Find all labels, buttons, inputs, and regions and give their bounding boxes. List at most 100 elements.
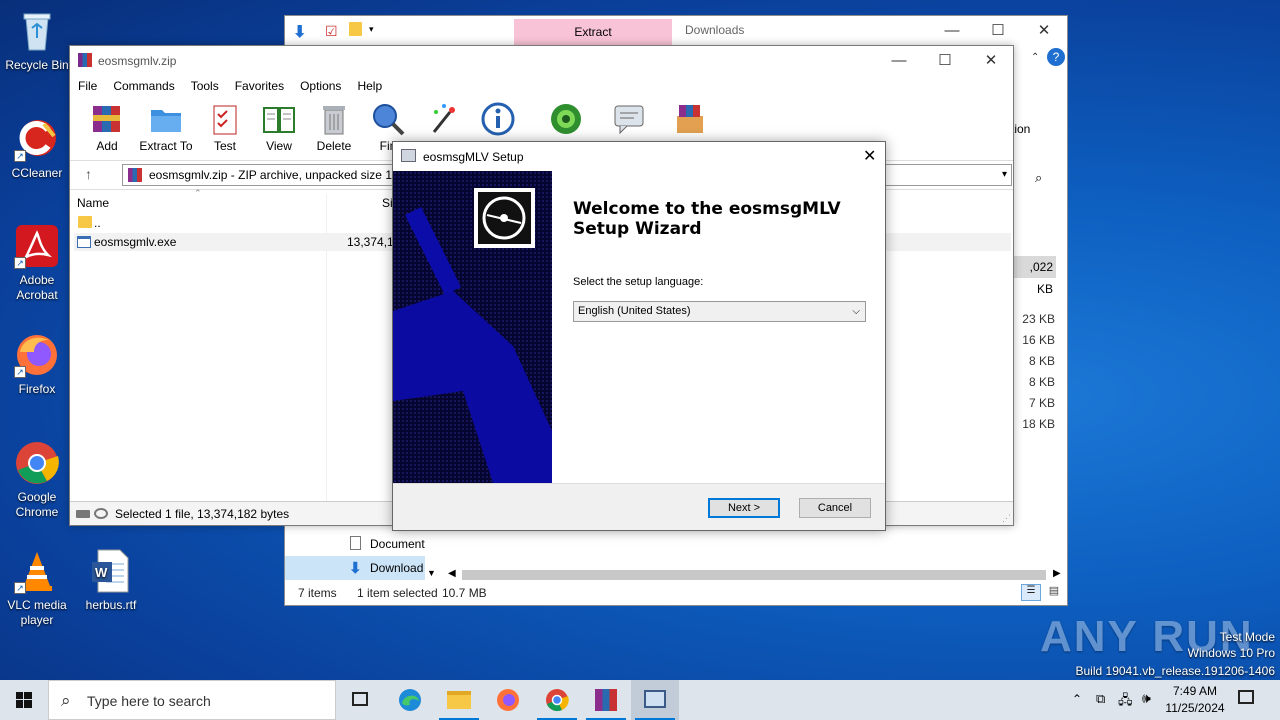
menu-options[interactable]: Options bbox=[300, 79, 341, 93]
notifications-icon[interactable] bbox=[1238, 690, 1254, 704]
nav-scroll-down-icon[interactable]: ▼ bbox=[427, 568, 436, 578]
address-text: eosmsgmlv.zip - ZIP archive, unpacked si… bbox=[149, 168, 399, 182]
file-name: .. bbox=[94, 216, 101, 230]
menu-help[interactable]: Help bbox=[357, 79, 382, 93]
key-icon bbox=[94, 508, 108, 519]
scroll-right-icon[interactable]: ▶ bbox=[1053, 568, 1061, 579]
network-status-icon[interactable]: 🖧 bbox=[1118, 691, 1133, 713]
explorer-status-bar: 7 items 1 item selected 10.7 MB ☰ ▤ bbox=[285, 581, 1067, 605]
explorer-title-bar[interactable]: ⬇ ☑ ▾ Extract Downloads — ☐ ✕ bbox=[285, 16, 1067, 48]
virus-scan-button[interactable] bbox=[538, 102, 594, 139]
taskbar-clock[interactable]: 7:49 AM 11/25/2024 bbox=[1160, 683, 1230, 717]
clipboard-check-icon bbox=[208, 102, 242, 136]
setup-dialog[interactable]: eosmsgMLV Setup ✕ Welcome to the eosmsgM… bbox=[392, 141, 886, 531]
close-button[interactable]: ✕ bbox=[968, 46, 1014, 76]
horizontal-scrollbar[interactable]: ◀ ▶ bbox=[445, 568, 1065, 582]
taskbar: ⌕ Type here to search ⌃ ⧉ 🖧 🕪 7:49 AM 11… bbox=[0, 680, 1280, 720]
comment-button[interactable] bbox=[601, 102, 657, 139]
maximize-button[interactable]: ☐ bbox=[975, 16, 1021, 46]
desktop-icon-vlc[interactable]: ↗ VLC media player bbox=[1, 548, 73, 628]
taskbar-search-box[interactable]: ⌕ Type here to search bbox=[48, 680, 336, 720]
shortcut-arrow-icon: ↗ bbox=[14, 582, 26, 594]
winrar-menu-bar: File Commands Tools Favorites Options He… bbox=[70, 76, 1013, 96]
menu-commands[interactable]: Commands bbox=[113, 79, 174, 93]
ribbon-tab-extract[interactable]: Extract bbox=[514, 19, 672, 46]
menu-file[interactable]: File bbox=[78, 79, 97, 93]
setup-title-bar[interactable]: eosmsgMLV Setup ✕ bbox=[393, 142, 885, 171]
extract-to-button[interactable]: Extract To bbox=[137, 102, 195, 153]
maximize-button[interactable]: ☐ bbox=[922, 46, 968, 76]
firefox-icon: ↗ bbox=[14, 332, 60, 378]
vlc-icon: ↗ bbox=[14, 548, 60, 594]
clock-time: 7:49 AM bbox=[1172, 684, 1218, 698]
search-icon[interactable]: ⌕ bbox=[1035, 170, 1042, 186]
ribbon-expand-icon[interactable]: ⌃ bbox=[1031, 52, 1039, 63]
address-dropdown-icon[interactable]: ▾ bbox=[1002, 165, 1007, 185]
word-document-icon: W bbox=[88, 548, 134, 594]
sfx-button[interactable] bbox=[662, 102, 718, 139]
volume-icon[interactable]: 🕪 bbox=[1142, 690, 1151, 707]
nav-item-documents[interactable]: Document bbox=[345, 533, 425, 555]
setup-app-icon bbox=[401, 149, 416, 162]
quick-access-dropdown-icon[interactable]: ▾ bbox=[369, 24, 374, 35]
resize-grip-icon[interactable]: ⋰ bbox=[1002, 506, 1011, 530]
desktop-icon-label: Recycle Bin bbox=[5, 58, 69, 72]
close-button[interactable]: ✕ bbox=[1021, 16, 1067, 46]
properties-icon[interactable]: ☑ bbox=[325, 23, 338, 40]
start-button[interactable] bbox=[0, 680, 48, 720]
desktop-icon-ccleaner[interactable]: ↗ CCleaner bbox=[1, 116, 73, 181]
folder-icon bbox=[78, 216, 92, 228]
zip-archive-icon bbox=[128, 168, 142, 182]
nav-item-label: Download bbox=[370, 561, 424, 575]
language-select[interactable]: English (United States) ⌵ bbox=[573, 301, 866, 322]
close-button[interactable]: ✕ bbox=[863, 146, 876, 166]
task-view-button[interactable] bbox=[336, 680, 384, 720]
nav-item-downloads[interactable]: ⬇ Download bbox=[285, 556, 425, 580]
network-icon[interactable]: ⧉ bbox=[1096, 691, 1105, 707]
file-size: 8 KB bbox=[1028, 354, 1055, 368]
desktop-icon-adobe-acrobat[interactable]: ↗ Adobe Acrobat bbox=[1, 223, 73, 303]
magic-wand-icon bbox=[426, 102, 460, 136]
next-button[interactable]: Next > bbox=[708, 498, 780, 518]
desktop-icon-google-chrome[interactable]: Google Chrome bbox=[1, 440, 73, 520]
wizard-button[interactable] bbox=[415, 102, 471, 139]
task-view-icon bbox=[352, 692, 368, 706]
desktop-icon-firefox[interactable]: ↗ Firefox bbox=[1, 332, 73, 397]
help-icon[interactable]: ? bbox=[1047, 48, 1065, 66]
view-button[interactable]: View bbox=[251, 102, 307, 153]
download-icon: ⬇ bbox=[349, 560, 362, 577]
menu-favorites[interactable]: Favorites bbox=[235, 79, 284, 93]
selected-count: 1 item selected bbox=[357, 586, 438, 600]
tiles-view-icon[interactable]: ▤ bbox=[1045, 584, 1063, 601]
minimize-button[interactable]: — bbox=[929, 16, 975, 46]
details-view-icon[interactable]: ☰ bbox=[1021, 584, 1041, 601]
column-name[interactable]: Name bbox=[77, 196, 109, 210]
cancel-button[interactable]: Cancel bbox=[799, 498, 871, 518]
book-icon bbox=[262, 102, 296, 136]
test-button[interactable]: Test bbox=[197, 102, 253, 153]
new-folder-icon[interactable] bbox=[349, 22, 362, 36]
download-arrow-icon[interactable]: ⬇ bbox=[293, 22, 306, 42]
taskbar-file-explorer[interactable] bbox=[435, 680, 483, 720]
scrollbar-thumb[interactable] bbox=[462, 570, 1046, 580]
file-size: 18 KB bbox=[1022, 417, 1055, 431]
menu-tools[interactable]: Tools bbox=[191, 79, 219, 93]
taskbar-setup[interactable] bbox=[631, 680, 679, 720]
comment-icon bbox=[612, 102, 646, 136]
taskbar-chrome[interactable] bbox=[533, 680, 581, 720]
show-hidden-icons-icon[interactable]: ⌃ bbox=[1072, 692, 1082, 706]
delete-button[interactable]: Delete bbox=[306, 102, 362, 153]
taskbar-winrar[interactable] bbox=[582, 680, 630, 720]
desktop-icon-herbus-rtf[interactable]: W herbus.rtf bbox=[75, 548, 147, 613]
up-arrow-icon[interactable]: ↑ bbox=[85, 166, 92, 182]
file-size: 8 KB bbox=[1028, 375, 1055, 389]
winrar-title-bar[interactable]: eosmsgmlv.zip — ☐ ✕ bbox=[70, 46, 1013, 76]
desktop-icon-label: Google Chrome bbox=[15, 490, 59, 519]
desktop-icon-recycle-bin[interactable]: Recycle Bin bbox=[1, 8, 73, 73]
taskbar-firefox[interactable] bbox=[484, 680, 532, 720]
scroll-left-icon[interactable]: ◀ bbox=[448, 568, 456, 579]
add-button[interactable]: Add bbox=[79, 102, 135, 153]
minimize-button[interactable]: — bbox=[876, 46, 922, 76]
taskbar-edge[interactable] bbox=[386, 680, 434, 720]
info-button[interactable] bbox=[470, 102, 526, 139]
